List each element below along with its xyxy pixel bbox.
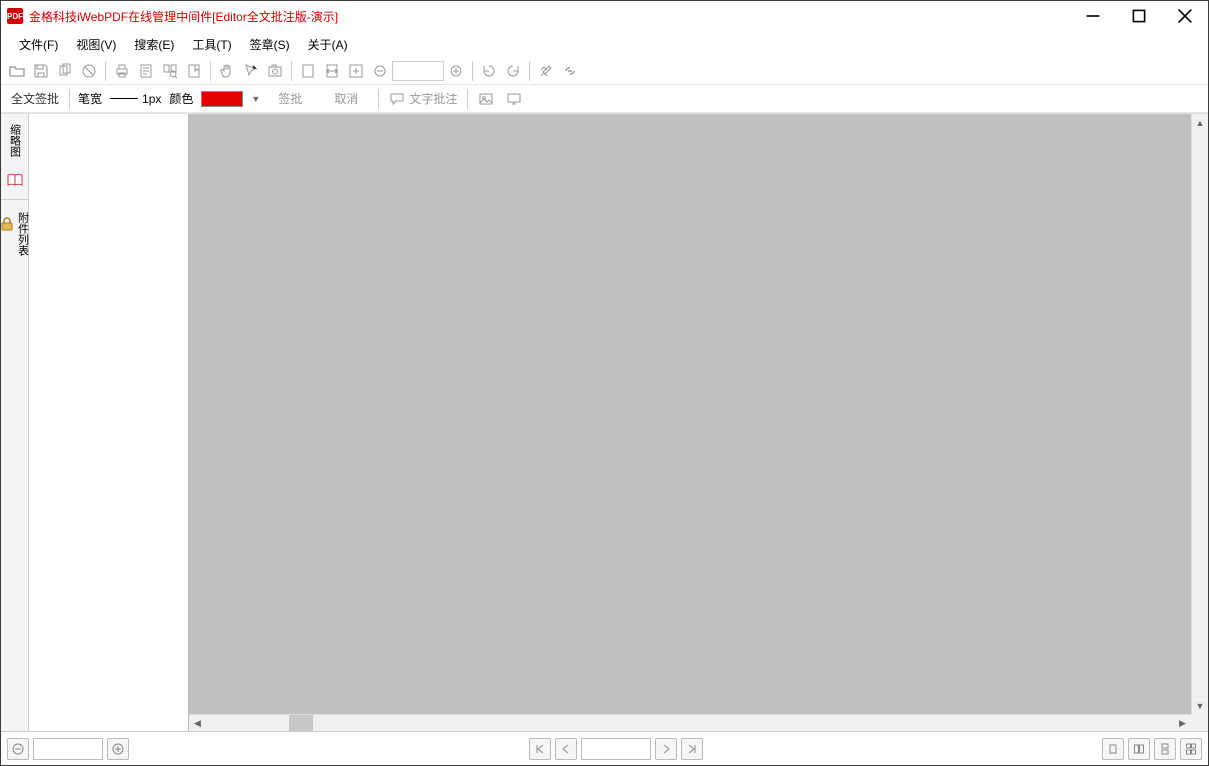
fit-width-icon[interactable] bbox=[321, 60, 343, 82]
maximize-button[interactable] bbox=[1116, 1, 1162, 31]
rotate-left-icon[interactable] bbox=[478, 60, 500, 82]
tab-attachments-label: 附件列表 bbox=[17, 212, 29, 256]
zoom-out-button[interactable] bbox=[7, 738, 29, 760]
window-title: 金格科技iWebPDF在线管理中间件[Editor全文批注版-演示] bbox=[29, 8, 1070, 25]
next-page-button[interactable] bbox=[655, 738, 677, 760]
settings-icon[interactable] bbox=[535, 60, 557, 82]
snapshot-icon[interactable] bbox=[264, 60, 286, 82]
status-bar bbox=[1, 731, 1208, 765]
zoom-level-input[interactable] bbox=[33, 738, 103, 760]
scroll-left-icon[interactable]: ◀ bbox=[189, 715, 206, 731]
fulltext-sign-button[interactable]: 全文签批 bbox=[5, 88, 65, 110]
pen-width-preview bbox=[110, 98, 138, 99]
zoom-controls bbox=[7, 738, 129, 760]
stop-icon[interactable] bbox=[78, 60, 100, 82]
comment-icon bbox=[389, 91, 405, 107]
toolbar-separator bbox=[378, 89, 379, 109]
two-page-button[interactable] bbox=[1128, 738, 1150, 760]
side-separator bbox=[1, 199, 28, 200]
app-icon: PDF bbox=[7, 8, 23, 24]
page-nav-controls bbox=[529, 738, 703, 760]
pen-width-value: 1px bbox=[142, 92, 161, 106]
zoom-in-button[interactable] bbox=[107, 738, 129, 760]
window-controls bbox=[1070, 1, 1208, 31]
page-number-input[interactable] bbox=[581, 738, 651, 760]
page-icon[interactable] bbox=[135, 60, 157, 82]
color-picker[interactable]: ▼ bbox=[199, 88, 262, 110]
app-window: PDF 金格科技iWebPDF在线管理中间件[Editor全文批注版-演示] 文… bbox=[0, 0, 1209, 766]
toolbar-separator bbox=[529, 61, 530, 81]
zoom-out-icon[interactable] bbox=[369, 60, 391, 82]
link-icon[interactable] bbox=[559, 60, 581, 82]
book-icon bbox=[7, 173, 23, 187]
annotation-toolbar: 全文签批 笔宽 1px 颜色 ▼ 签批 取消 文字批注 bbox=[1, 85, 1208, 113]
main-toolbar bbox=[1, 57, 1208, 85]
scroll-right-icon[interactable]: ▶ bbox=[1174, 715, 1191, 731]
text-annotation-button[interactable]: 文字批注 bbox=[383, 88, 463, 110]
toolbar-separator bbox=[105, 61, 106, 81]
canvas-area[interactable]: ▲ ▼ ◀ ▶ bbox=[189, 114, 1208, 731]
scroll-down-icon[interactable]: ▼ bbox=[1192, 697, 1208, 714]
save-icon[interactable] bbox=[30, 60, 52, 82]
thumbnail-panel bbox=[29, 114, 189, 731]
close-button[interactable] bbox=[1162, 1, 1208, 31]
document-view: ▲ ▼ ◀ ▶ bbox=[189, 114, 1208, 731]
layout-controls bbox=[1102, 738, 1202, 760]
chevron-down-icon: ▼ bbox=[251, 94, 260, 104]
toolbar-separator bbox=[210, 61, 211, 81]
copy-icon[interactable] bbox=[54, 60, 76, 82]
color-swatch bbox=[201, 91, 243, 107]
menu-sign[interactable]: 签章(S) bbox=[242, 33, 298, 56]
select-icon[interactable] bbox=[240, 60, 262, 82]
cancel-button[interactable]: 取消 bbox=[318, 88, 374, 110]
first-page-button[interactable] bbox=[529, 738, 551, 760]
single-page-button[interactable] bbox=[1102, 738, 1124, 760]
tab-thumbnails[interactable]: 缩略图 bbox=[3, 118, 27, 193]
zoom-input[interactable] bbox=[392, 61, 444, 81]
continuous-button[interactable] bbox=[1154, 738, 1176, 760]
open-icon[interactable] bbox=[6, 60, 28, 82]
vertical-scrollbar[interactable]: ▲ ▼ bbox=[1191, 114, 1208, 714]
menu-bar: 文件(F) 视图(V) 搜索(E) 工具(T) 签章(S) 关于(A) bbox=[1, 31, 1208, 57]
tab-thumbnails-label: 缩略图 bbox=[9, 124, 21, 157]
menu-file[interactable]: 文件(F) bbox=[11, 33, 66, 56]
text-annotation-label: 文字批注 bbox=[409, 90, 457, 107]
screen-annotation-icon[interactable] bbox=[500, 88, 528, 110]
bookmark-icon[interactable] bbox=[183, 60, 205, 82]
toolbar-separator bbox=[69, 89, 70, 109]
pen-width-label: 笔宽 bbox=[74, 90, 106, 107]
scroll-up-icon[interactable]: ▲ bbox=[1192, 114, 1208, 131]
find-icon[interactable] bbox=[159, 60, 181, 82]
menu-about[interactable]: 关于(A) bbox=[300, 33, 356, 56]
toolbar-separator bbox=[472, 61, 473, 81]
menu-view[interactable]: 视图(V) bbox=[68, 33, 124, 56]
hand-icon[interactable] bbox=[216, 60, 238, 82]
menu-search[interactable]: 搜索(E) bbox=[126, 33, 182, 56]
horizontal-scrollbar[interactable]: ◀ ▶ bbox=[189, 714, 1191, 731]
scrollbar-thumb[interactable] bbox=[289, 715, 313, 731]
color-label: 颜色 bbox=[161, 90, 199, 107]
sign-button[interactable]: 签批 bbox=[262, 88, 318, 110]
zoom-plus-icon[interactable] bbox=[445, 60, 467, 82]
continuous-two-button[interactable] bbox=[1180, 738, 1202, 760]
toolbar-separator bbox=[467, 89, 468, 109]
print-icon[interactable] bbox=[111, 60, 133, 82]
title-bar: PDF 金格科技iWebPDF在线管理中间件[Editor全文批注版-演示] bbox=[1, 1, 1208, 31]
rotate-right-icon[interactable] bbox=[502, 60, 524, 82]
lock-icon bbox=[0, 216, 15, 232]
fit-page-icon[interactable] bbox=[297, 60, 319, 82]
prev-page-button[interactable] bbox=[555, 738, 577, 760]
body-region: 缩略图 附件列表 ▲ ▼ ◀ ▶ bbox=[1, 113, 1208, 731]
side-tab-strip: 缩略图 附件列表 bbox=[1, 114, 29, 731]
scroll-corner bbox=[1191, 714, 1208, 731]
last-page-button[interactable] bbox=[681, 738, 703, 760]
zoom-in-icon[interactable] bbox=[345, 60, 367, 82]
toolbar-separator bbox=[291, 61, 292, 81]
menu-tools[interactable]: 工具(T) bbox=[184, 33, 239, 56]
image-annotation-icon[interactable] bbox=[472, 88, 500, 110]
minimize-button[interactable] bbox=[1070, 1, 1116, 31]
